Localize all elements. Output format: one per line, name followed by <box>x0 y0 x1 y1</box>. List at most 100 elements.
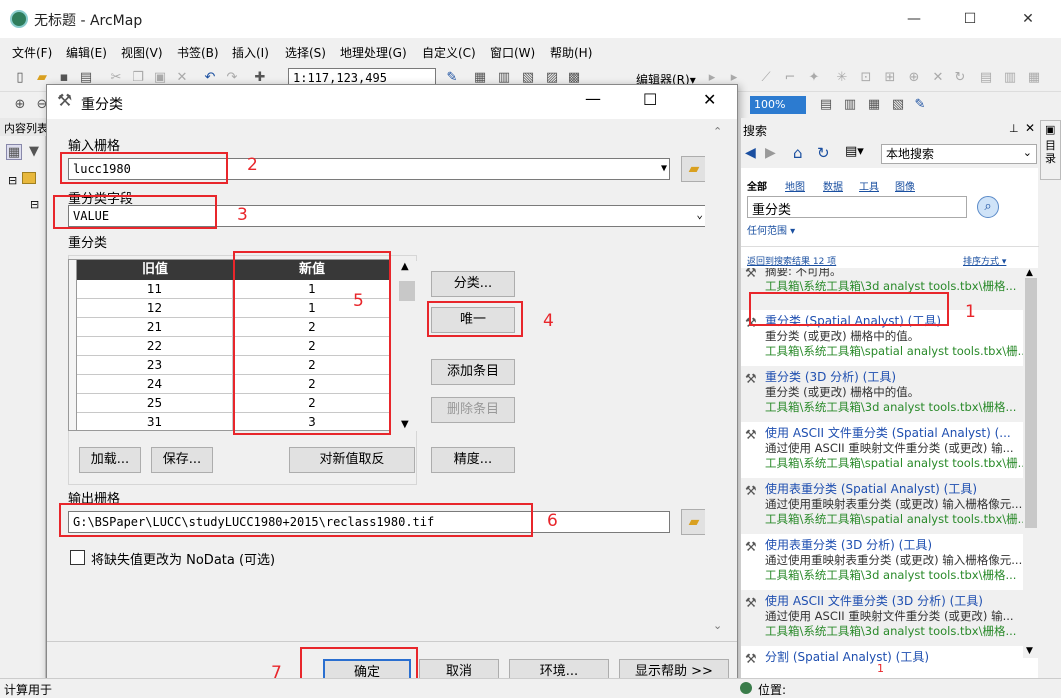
old-value-cell[interactable]: 31 <box>77 413 233 430</box>
search-scope-select[interactable]: 本地搜索 ⌄ <box>881 144 1037 164</box>
menu-insert[interactable]: 插入(I) <box>232 44 269 61</box>
search-query-input[interactable]: 重分类 <box>747 196 967 218</box>
close-button[interactable]: ✕ <box>1005 6 1051 32</box>
back-arrow-icon[interactable]: ◀ <box>745 145 756 161</box>
results-scrollbar[interactable]: ▲ ▼ <box>1023 268 1039 658</box>
reshape-icon[interactable]: ⊡ <box>858 70 874 86</box>
reverse-new-values-button[interactable]: 对新值取反 <box>289 447 415 473</box>
create-features-icon[interactable]: ▥ <box>1002 70 1018 86</box>
menu-bookmarks[interactable]: 书签(B) <box>177 44 219 61</box>
catalog-side-tab[interactable]: ▣ 目录 <box>1040 120 1061 180</box>
pin-icon[interactable]: ⊥ <box>1009 122 1019 135</box>
new-document-icon[interactable]: ▯ <box>12 70 28 86</box>
trace-icon[interactable]: ⌐ <box>782 70 798 86</box>
straight-segment-icon[interactable]: ⟋ <box>758 70 774 86</box>
dialog-scrollbar[interactable]: ⌃ ⌄ <box>705 125 733 641</box>
zoom-in-icon[interactable]: ⊕ <box>12 97 28 113</box>
layout-view-icon[interactable]: ▥ <box>842 97 858 113</box>
tab-all[interactable]: 全部 <box>747 178 767 193</box>
menu-selection[interactable]: 选择(S) <box>285 44 326 61</box>
list-by-drawing-order-icon[interactable]: ▦ <box>6 144 22 160</box>
old-value-cell[interactable]: 12 <box>77 299 233 318</box>
layout-icon[interactable]: ▤ <box>818 97 834 113</box>
expand-layers-icon[interactable]: ⊟ <box>8 174 17 187</box>
old-value-cell[interactable]: 24 <box>77 375 233 394</box>
menu-view[interactable]: 视图(V) <box>121 44 163 61</box>
refresh-icon[interactable]: ↻ <box>817 144 830 162</box>
search-result-title[interactable]: 重分类 (3D 分析) (工具) <box>741 366 1023 385</box>
old-value-cell[interactable]: 21 <box>77 318 233 337</box>
split-icon[interactable]: ✳ <box>834 70 850 86</box>
save-button[interactable]: 保存... <box>151 447 213 473</box>
dialog-minimize-button[interactable]: — <box>585 89 601 108</box>
close-icon[interactable]: ✕ <box>1025 121 1035 135</box>
menu-customize[interactable]: 自定义(C) <box>422 44 476 61</box>
chevron-down-icon[interactable]: ▼ <box>661 161 667 177</box>
editor-extra-icon[interactable]: ▦ <box>1026 70 1042 86</box>
browse-output-folder-icon[interactable]: ▰ <box>681 509 707 535</box>
tab-images[interactable]: 图像 <box>895 178 915 193</box>
chevron-down-icon[interactable]: ⌄ <box>713 619 722 632</box>
chevron-down-icon[interactable]: ⌄ <box>696 207 703 223</box>
scroll-down-icon[interactable]: ▼ <box>401 419 409 430</box>
full-extent-icon[interactable]: ▧ <box>890 97 906 113</box>
dialog-close-button[interactable]: ✕ <box>703 90 716 109</box>
minimize-button[interactable]: — <box>891 6 937 32</box>
sketch-properties-icon[interactable]: ▤ <box>978 70 994 86</box>
zoom-percent-field[interactable]: 100% <box>750 96 806 114</box>
search-result-title[interactable]: 使用 ASCII 文件重分类 (3D 分析) (工具) <box>741 590 1023 609</box>
old-value-cell[interactable]: 25 <box>77 394 233 413</box>
split-tool-icon[interactable]: ⊕ <box>906 70 922 86</box>
search-result-title[interactable]: 使用表重分类 (3D 分析) (工具) <box>741 534 1023 553</box>
delete-entry-button[interactable]: 删除条目 <box>431 397 515 423</box>
attributes-icon[interactable]: ↻ <box>952 70 968 86</box>
menu-file[interactable]: 文件(F) <box>12 44 52 61</box>
load-button[interactable]: 加载... <box>79 447 141 473</box>
home-icon[interactable]: ⌂ <box>793 144 803 162</box>
pan-icon[interactable]: ▦ <box>866 97 882 113</box>
scroll-down-icon[interactable]: ▼ <box>1026 646 1033 656</box>
tab-tools[interactable]: 工具 <box>859 178 879 193</box>
menu-geoprocessing[interactable]: 地理处理(G) <box>340 44 407 61</box>
tab-maps[interactable]: 地图 <box>785 178 805 193</box>
scroll-thumb[interactable] <box>399 281 415 301</box>
menu-help[interactable]: 帮助(H) <box>550 44 592 61</box>
sort-by-link[interactable]: 排序方式 ▾ <box>963 254 1006 267</box>
maximize-button[interactable]: ☐ <box>947 6 993 32</box>
search-result-item[interactable]: ⚒ 使用表重分类 (Spatial Analyst) (工具) 通过使用重映射表重分… <box>741 478 1023 534</box>
scroll-up-icon[interactable]: ▲ <box>401 261 409 272</box>
search-result-item[interactable]: ⚒ 重分类 (3D 分析) (工具) 重分类 (或更改) 栅格中的值。 工具箱\系统工… <box>741 366 1023 422</box>
rotate-icon[interactable]: ✕ <box>930 70 946 86</box>
old-value-cell[interactable]: 11 <box>77 280 233 299</box>
chevron-down-icon[interactable]: ⌄ <box>1023 146 1032 160</box>
search-result-item[interactable]: ⚒ 使用 ASCII 文件重分类 (3D 分析) (工具) 通过使用 ASCII 重… <box>741 590 1023 646</box>
scroll-up-icon[interactable]: ▲ <box>1026 268 1033 278</box>
cut-polygon-icon[interactable]: ⊞ <box>882 70 898 86</box>
list-by-source-icon[interactable]: ▼ <box>26 144 42 160</box>
tab-data[interactable]: 数据 <box>823 178 843 193</box>
chevron-up-icon[interactable]: ⌃ <box>713 125 722 138</box>
classify-button[interactable]: 分类... <box>431 271 515 297</box>
forward-arrow-icon[interactable]: ▶ <box>765 145 776 161</box>
back-to-results-link[interactable]: 返回到搜索结果 12 项 <box>747 254 836 267</box>
search-icon[interactable]: ⌕ <box>977 196 999 218</box>
browse-input-folder-icon[interactable]: ▰ <box>681 156 707 182</box>
search-result-item[interactable]: ⚒ 使用表重分类 (3D 分析) (工具) 通过使用重映射表重分类 (或更改) 输入… <box>741 534 1023 590</box>
dialog-maximize-button[interactable]: ☐ <box>643 90 657 109</box>
search-result-item[interactable]: ⚒ 使用 ASCII 文件重分类 (Spatial Analyst) (... 通过… <box>741 422 1023 478</box>
search-result-title[interactable]: 使用 ASCII 文件重分类 (Spatial Analyst) (... <box>741 422 1023 441</box>
precision-button[interactable]: 精度... <box>431 447 515 473</box>
search-result-title[interactable]: 使用表重分类 (Spatial Analyst) (工具) <box>741 478 1023 497</box>
point-icon[interactable]: ✦ <box>806 70 822 86</box>
table-scrollbar[interactable]: ▲ ▼ <box>397 261 417 431</box>
scroll-thumb[interactable] <box>1025 278 1037 528</box>
view-options-icon[interactable]: ▤▾ <box>845 144 864 159</box>
nodata-checkbox[interactable] <box>70 550 85 565</box>
expand-layer-icon[interactable]: ⊟ <box>30 198 39 211</box>
old-value-cell[interactable]: 22 <box>77 337 233 356</box>
search-range-link[interactable]: 任何范围 ▾ <box>747 222 795 237</box>
old-value-cell[interactable]: 23 <box>77 356 233 375</box>
pen-icon[interactable]: ✎ <box>912 97 928 113</box>
add-entry-button[interactable]: 添加条目 <box>431 359 515 385</box>
menu-edit[interactable]: 编辑(E) <box>66 44 107 61</box>
